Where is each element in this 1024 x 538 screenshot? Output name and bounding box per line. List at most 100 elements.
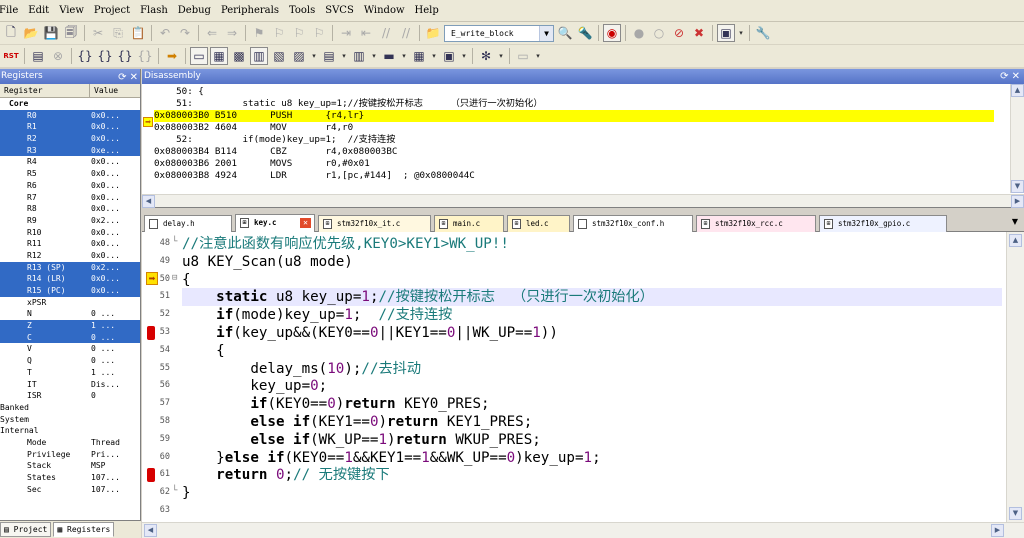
register-row[interactable]: Stack MSP — [0, 460, 140, 472]
insert-breakpoint-icon[interactable]: ● — [630, 24, 648, 42]
save-icon[interactable]: 💾 — [42, 24, 60, 42]
tab-stm32f10x-gpio-c[interactable]: ⊞ stm32f10x_gpio.c — [819, 215, 947, 232]
debug-restore-icon[interactable]: ▭ — [514, 47, 532, 65]
save-all-icon[interactable]: 🗐 — [62, 24, 80, 42]
debug-session-icon[interactable]: ◉ — [603, 24, 621, 42]
register-row[interactable]: R6 0x0... — [0, 180, 140, 192]
register-row[interactable]: R15 (PC) 0x0... — [0, 285, 140, 297]
nav-forward-icon[interactable]: ⇒ — [223, 24, 241, 42]
pane-pin-icon[interactable]: ⟳ ✕ — [118, 70, 138, 85]
register-row[interactable]: R0 0x0... — [0, 109, 140, 122]
undo-icon[interactable]: ↶ — [156, 24, 174, 42]
register-row[interactable]: Core — [0, 98, 140, 110]
register-row[interactable]: N 0 ... — [0, 308, 140, 320]
bookmark-prev-icon[interactable]: ⚐ — [270, 24, 288, 42]
disassembly-line[interactable]: 0x080003B6 2001 MOVS r0,#0x01 — [154, 158, 994, 170]
new-file-icon[interactable]: 🗋 — [2, 24, 20, 42]
breakpoint-icon[interactable] — [147, 468, 155, 483]
find-icon[interactable]: 🔍 — [556, 24, 574, 42]
menu-help[interactable]: Help — [410, 5, 444, 16]
reset-icon[interactable]: RST — [2, 47, 20, 65]
step-in-icon[interactable]: {} — [76, 47, 94, 65]
register-row[interactable]: System — [0, 414, 140, 426]
disassembly-line[interactable]: 50: { — [154, 86, 994, 98]
register-row[interactable]: R11 0x0... — [0, 238, 140, 250]
wrench-icon[interactable]: 🔧 — [754, 24, 772, 42]
menu-flash[interactable]: Flash — [135, 5, 173, 16]
uncomment-icon[interactable]: // — [397, 24, 415, 42]
disassembly-line[interactable]: 0x080003B0 B510 PUSH {r4,lr} — [154, 110, 994, 122]
code-line[interactable]: if(mode)key_up=1; //支持连按 — [182, 306, 452, 324]
menu-view[interactable]: View — [54, 5, 89, 16]
code-line[interactable]: else if(WK_UP==1)return WKUP_PRES; — [182, 431, 540, 449]
scroll-down-icon[interactable]: ▼ — [1011, 180, 1024, 193]
disassembly-vscrollbar[interactable]: ▲ ▼ — [1010, 84, 1024, 193]
register-row[interactable]: Mode Thread — [0, 437, 140, 449]
breakpoint-icon[interactable] — [147, 326, 155, 340]
trace-window-icon[interactable]: ▦ — [410, 47, 428, 65]
editor-vscrollbar[interactable]: ▲ ▼ — [1006, 232, 1024, 522]
comment-icon[interactable]: // — [377, 24, 395, 42]
toolbox-icon[interactable]: ✻ — [477, 47, 495, 65]
bookmark-icon[interactable]: ⚑ — [250, 24, 268, 42]
scroll-left-icon[interactable]: ◀ — [144, 524, 157, 537]
register-row[interactable]: Banked — [0, 402, 140, 414]
register-row[interactable]: IT Dis... — [0, 379, 140, 391]
window-layout-icon[interactable]: ▣ — [717, 24, 735, 42]
tab-stm32f10x-rcc-c[interactable]: ⊞ stm32f10x_rcc.c — [696, 215, 816, 232]
bookmark-clear-icon[interactable]: ⚐ — [310, 24, 328, 42]
tab-project[interactable]: ▤ Project — [0, 522, 52, 537]
stop-icon[interactable]: ⊗ — [49, 47, 67, 65]
memory-window-icon[interactable]: ▤ — [320, 47, 338, 65]
disassembly-line[interactable]: 51: static u8 key_up=1;//按键按松开标志 （只进行一次初… — [154, 98, 994, 110]
indent-icon[interactable]: ⇥ — [337, 24, 355, 42]
watch-window-icon[interactable]: ▨ — [290, 47, 308, 65]
scroll-up-icon[interactable]: ▲ — [1011, 84, 1024, 97]
code-line[interactable]: { — [182, 271, 191, 289]
tab-led-c[interactable]: ⊞ led.c — [507, 215, 570, 232]
code-line[interactable]: key_up=0; — [182, 377, 327, 395]
register-row[interactable]: R10 0x0... — [0, 227, 140, 239]
register-row[interactable]: Privilege Pri... — [0, 449, 140, 461]
tab-list-chevron-icon[interactable]: ▼ — [1012, 217, 1018, 226]
code-line[interactable]: } — [182, 484, 191, 502]
unindent-icon[interactable]: ⇤ — [357, 24, 375, 42]
pane-close-icon[interactable]: ⟳ ✕ — [1000, 69, 1020, 84]
register-row[interactable]: V 0 ... — [0, 343, 140, 355]
enable-breakpoint-icon[interactable]: ○ — [650, 24, 668, 42]
copy-icon[interactable]: ⎘ — [109, 24, 127, 42]
register-row[interactable]: Q 0 ... — [0, 355, 140, 367]
register-row[interactable]: States 107... — [0, 472, 140, 484]
analysis-window-icon[interactable]: ▬ — [380, 47, 398, 65]
menu-tools[interactable]: Tools — [284, 5, 320, 16]
register-row[interactable]: R13 (SP) 0x2... — [0, 261, 140, 274]
code-line[interactable]: u8 KEY_Scan(u8 mode) — [182, 253, 353, 271]
redo-icon[interactable]: ↷ — [176, 24, 194, 42]
run-icon[interactable]: ▤ — [29, 47, 47, 65]
open-file-icon[interactable]: 📂 — [22, 24, 40, 42]
register-row[interactable]: xPSR — [0, 297, 140, 309]
command-window-icon[interactable]: ▭ — [190, 47, 208, 65]
register-row[interactable]: R8 0x0... — [0, 203, 140, 215]
code-line[interactable]: else if(KEY1==0)return KEY1_PRES; — [182, 413, 532, 431]
symbols-window-icon[interactable]: ▩ — [230, 47, 248, 65]
register-row[interactable]: T 1 ... — [0, 367, 140, 379]
scroll-down-icon[interactable]: ▼ — [1009, 507, 1022, 520]
scroll-left-icon[interactable]: ◀ — [142, 195, 155, 208]
scroll-right-icon[interactable]: ▶ — [991, 524, 1004, 537]
register-row[interactable]: C0 ... — [0, 331, 140, 344]
menu-project[interactable]: Project — [89, 5, 135, 16]
run-to-cursor-icon[interactable]: {} — [136, 47, 154, 65]
fold-marker-icon[interactable]: ⊟ — [172, 273, 177, 283]
tab-delay-h[interactable]: delay.h — [144, 215, 232, 232]
register-row[interactable]: R7 0x0... — [0, 192, 140, 204]
call-stack-icon[interactable]: ▧ — [270, 47, 288, 65]
tab-stm32f10x-it-c[interactable]: ⊞ stm32f10x_it.c — [318, 215, 431, 232]
editor-hscrollbar[interactable]: ◀ ▶ — [142, 522, 1024, 538]
tab-main-c[interactable]: ⊞ main.c — [434, 215, 504, 232]
register-row[interactable]: R4 0x0... — [0, 156, 140, 168]
code-line[interactable]: { — [182, 342, 225, 360]
disassembly-line[interactable]: 0x080003B8 4924 LDR r1,[pc,#144] ; @0x08… — [154, 170, 994, 182]
paste-icon[interactable]: 📋 — [129, 24, 147, 42]
value-column-header[interactable]: Value — [90, 84, 140, 97]
